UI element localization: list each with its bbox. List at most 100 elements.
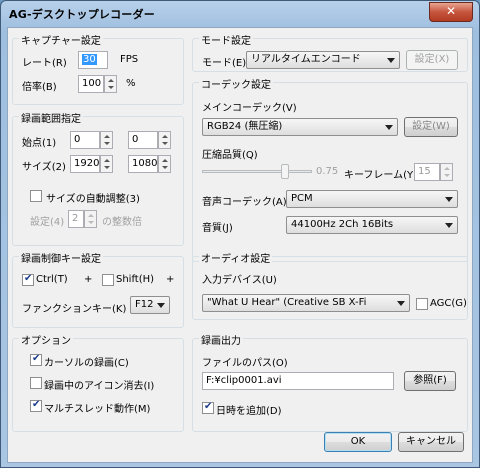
mode-settings-button[interactable]: 設定(X) [406, 50, 458, 70]
multiple-input[interactable]: 2 [68, 210, 84, 228]
main-codec-label: メインコーデック(V) [202, 103, 297, 114]
keyframe-spinner[interactable] [440, 163, 453, 181]
start-label: 始点(1) [22, 138, 57, 149]
input-device-value: "What U Hear" (Creative SB X-Fi [207, 297, 367, 308]
start-y-value: 0 [132, 134, 139, 145]
plus-sign: + [84, 274, 93, 285]
dialog-body: キャプチャー設定 レート(R) 30 FPS 倍率(B) 100 % 録画範囲指… [7, 27, 473, 463]
codec-settings-button[interactable]: 設定(W) [404, 117, 458, 137]
multithread-checkbox[interactable] [30, 399, 42, 412]
ok-button[interactable]: OK [324, 432, 392, 452]
multiple-setting-label: 設定(4) [30, 217, 65, 228]
chevron-down-icon [397, 301, 405, 306]
audio-quality-select[interactable]: 44100Hz 2Ch 16Bits 1411kbps [286, 216, 458, 234]
record-cursor-label: カーソルの録画(C) [44, 358, 129, 369]
shift-checkbox[interactable] [102, 274, 114, 286]
function-key-value: F12 [135, 299, 154, 310]
start-x-input[interactable]: 0 [70, 131, 100, 149]
audio-codec-value: PCM [291, 193, 313, 204]
file-path-label: ファイルのパス(O) [202, 358, 288, 369]
chevron-down-icon [445, 197, 453, 202]
cancel-button[interactable]: キャンセル [398, 432, 464, 452]
ctrl-label: Ctrl(T) [36, 274, 68, 285]
shift-label: Shift(H) [116, 274, 155, 285]
hotkey-label: 録画制御キー設定 [19, 250, 103, 265]
function-key-select[interactable]: F12 [130, 296, 170, 314]
keyframe-value: 15 [418, 166, 431, 177]
browse-button[interactable]: 参照(F) [404, 371, 456, 391]
agc-checkbox[interactable] [416, 298, 428, 310]
agc-label: AGC(G) [430, 298, 467, 309]
rate-unit: FPS [120, 54, 139, 65]
hide-icon-checkbox[interactable] [30, 377, 42, 389]
audio-group-label: オーディオ設定 [199, 250, 273, 265]
main-codec-value: RGB24 (無圧縮) [207, 121, 283, 132]
mode-value: リアルタイムエンコード [251, 54, 361, 65]
input-device-label: 入力デバイス(U) [202, 275, 277, 286]
mode-label: モード(E) [202, 58, 247, 69]
title-bar[interactable]: AG-デスクトップレコーダー ✕ [1, 1, 479, 27]
hide-icon-label: 録画中のアイコン消去(I) [44, 381, 155, 392]
window-title: AG-デスクトップレコーダー [9, 8, 155, 21]
start-y-spinner[interactable] [158, 131, 171, 149]
quality-label: 圧縮品質(Q) [202, 150, 258, 161]
record-range-label: 録画範囲指定 [19, 110, 83, 125]
audio-quality-label: 音質(J) [202, 223, 233, 234]
auto-adjust-label: サイズの自動調整(3) [46, 194, 140, 205]
rate-input[interactable]: 30 [78, 51, 108, 69]
scale-value: 100 [82, 78, 102, 89]
start-x-value: 0 [74, 134, 81, 145]
start-x-spinner[interactable] [100, 131, 113, 149]
hotkey-group: 録画制御キー設定 [12, 250, 184, 328]
size-height-spinner[interactable] [158, 155, 171, 173]
main-codec-select[interactable]: RGB24 (無圧縮) [202, 118, 398, 136]
plus-sign: + [166, 274, 175, 285]
audio-quality-value: 44100Hz 2Ch 16Bits 1411kbps [291, 219, 394, 230]
chevron-down-icon [387, 58, 395, 63]
auto-adjust-checkbox[interactable] [30, 190, 42, 202]
append-datetime-checkbox[interactable] [202, 401, 214, 414]
size-label: サイズ(2) [22, 162, 66, 173]
rate-value: 30 [82, 54, 97, 65]
scale-label: 倍率(B) [22, 82, 57, 93]
chevron-down-icon [385, 125, 393, 130]
codec-group-label: コーデック設定 [199, 76, 273, 91]
size-height-input[interactable]: 1080 [128, 155, 158, 173]
multithread-label: マルチスレッド動作(M) [44, 404, 151, 415]
output-group-label: 録画出力 [199, 332, 243, 347]
size-width-spinner[interactable] [100, 155, 113, 173]
function-key-label: ファンクションキー(K) [22, 304, 127, 315]
multiple-value: 2 [72, 213, 79, 224]
size-width-value: 1920 [74, 158, 100, 169]
start-y-input[interactable]: 0 [128, 131, 158, 149]
multiple-spinner[interactable] [84, 210, 97, 228]
audio-codec-label: 音声コーデック(A) [202, 197, 287, 208]
keyframe-input[interactable]: 15 [414, 163, 440, 181]
scale-unit: % [126, 78, 136, 89]
capture-settings-group: キャプチャー設定 [12, 32, 184, 105]
input-device-select[interactable]: "What U Hear" (Creative SB X-Fi [202, 294, 410, 312]
chevron-down-icon [445, 223, 453, 228]
size-width-input[interactable]: 1920 [70, 155, 100, 173]
ctrl-checkbox[interactable] [22, 273, 34, 286]
chevron-down-icon [157, 303, 165, 308]
quality-value: 0.75 [316, 166, 339, 177]
keyframe-label: キーフレーム(Y) [344, 170, 418, 181]
file-path-value: F:¥clip0001.avi [206, 375, 282, 386]
mode-group-label: モード設定 [199, 32, 253, 47]
file-path-input[interactable]: F:¥clip0001.avi [202, 372, 394, 390]
append-datetime-label: 日時を追加(D) [216, 406, 282, 417]
scale-spinner[interactable] [104, 75, 117, 93]
rate-label: レート(R) [22, 58, 67, 69]
audio-codec-select[interactable]: PCM [286, 190, 458, 208]
multiple-suffix: の整数倍 [102, 217, 142, 228]
record-cursor-checkbox[interactable] [30, 353, 42, 366]
size-height-value: 1080 [132, 158, 158, 169]
close-button[interactable]: ✕ [429, 2, 473, 22]
mode-select[interactable]: リアルタイムエンコード [246, 51, 400, 69]
quality-slider-track [202, 170, 312, 173]
scale-input[interactable]: 100 [78, 75, 104, 93]
quality-slider-thumb[interactable] [280, 164, 289, 179]
options-label: オプション [19, 332, 73, 347]
capture-settings-label: キャプチャー設定 [19, 32, 103, 47]
